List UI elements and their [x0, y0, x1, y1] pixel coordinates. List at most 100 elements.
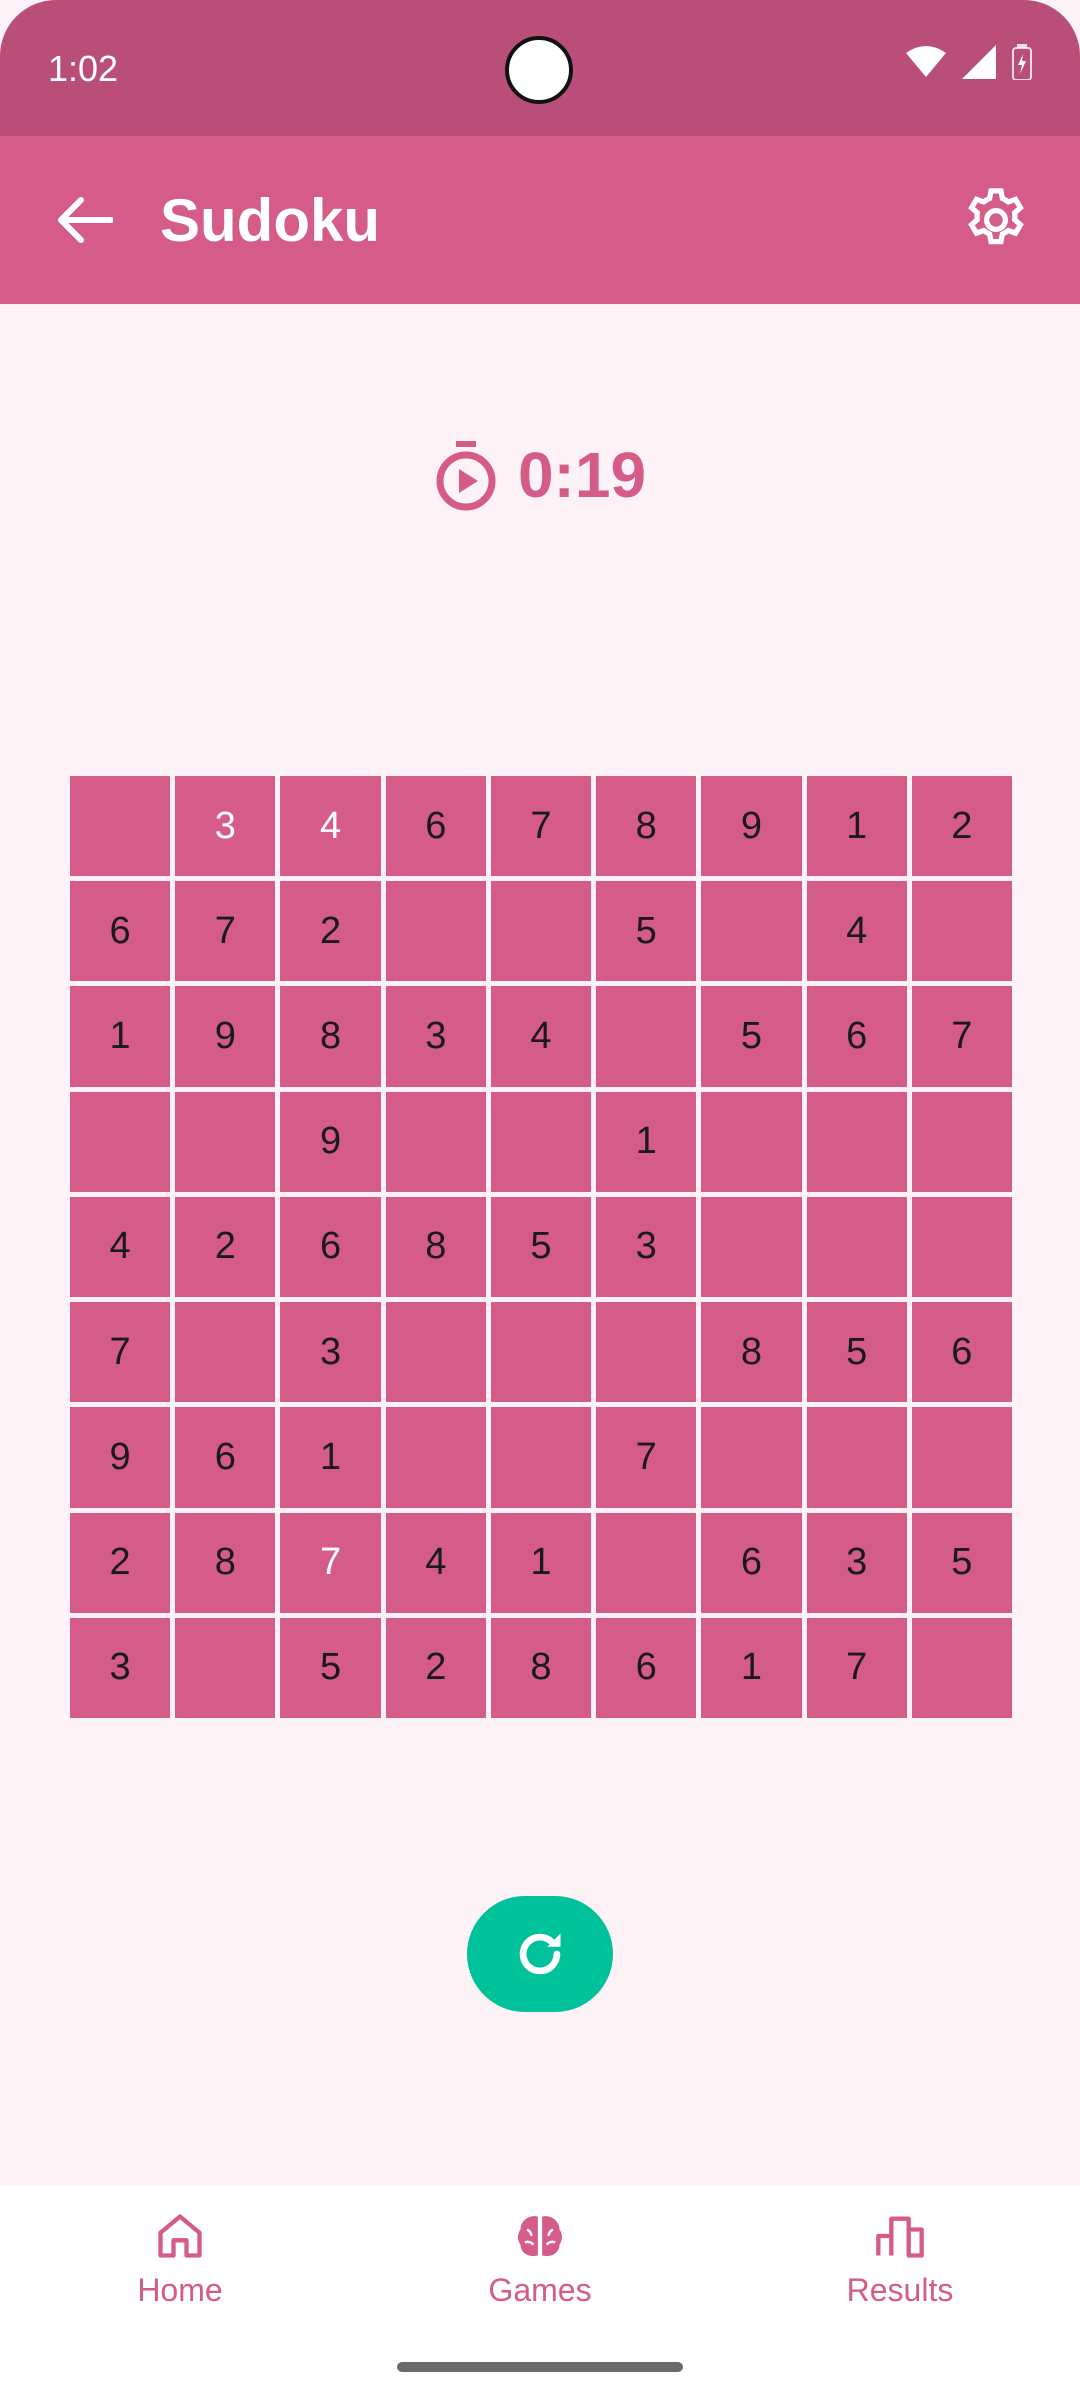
sudoku-cell[interactable]: 4 [385, 1512, 486, 1613]
sudoku-cell[interactable]: 7 [175, 881, 276, 982]
sudoku-cell[interactable]: 4 [490, 986, 592, 1087]
sudoku-cell[interactable] [596, 1302, 697, 1403]
sudoku-cell[interactable] [175, 1302, 276, 1403]
sudoku-cell[interactable]: 8 [596, 776, 697, 877]
sudoku-cell[interactable] [175, 1091, 276, 1192]
sudoku-cell[interactable]: 3 [596, 1196, 697, 1298]
sudoku-cell[interactable]: 5 [701, 986, 802, 1087]
sudoku-cell[interactable] [806, 1196, 907, 1298]
sudoku-cell[interactable] [596, 986, 697, 1087]
sudoku-cell[interactable] [70, 1091, 171, 1192]
sudoku-cell[interactable]: 3 [280, 1302, 381, 1403]
sudoku-cell[interactable]: 3 [806, 1512, 907, 1613]
timer-value: 0:19 [517, 439, 647, 511]
sudoku-cell[interactable]: 7 [911, 986, 1012, 1087]
sudoku-cell[interactable]: 1 [596, 1091, 697, 1192]
nav-item-home[interactable]: Home [0, 2186, 360, 2400]
sudoku-cell[interactable]: 1 [280, 1407, 381, 1508]
sudoku-cell[interactable]: 2 [175, 1196, 276, 1298]
sudoku-cell[interactable]: 8 [175, 1512, 276, 1613]
sudoku-cell[interactable] [175, 1617, 276, 1718]
brain-icon [518, 2216, 562, 2257]
sudoku-cell[interactable] [490, 1302, 592, 1403]
sudoku-cell[interactable]: 3 [175, 776, 276, 877]
nav-item-results[interactable]: Results [720, 2186, 1080, 2400]
sudoku-cell[interactable] [490, 1407, 592, 1508]
sudoku-cell[interactable] [806, 1407, 907, 1508]
sudoku-cell[interactable]: 2 [70, 1512, 171, 1613]
leaderboard-icon [876, 2216, 924, 2258]
wifi-icon [906, 46, 946, 77]
sudoku-cell[interactable]: 1 [490, 1512, 592, 1613]
sudoku-cell[interactable]: 7 [806, 1617, 907, 1718]
sudoku-cell[interactable] [385, 881, 486, 982]
sudoku-cell[interactable] [701, 881, 802, 982]
sudoku-cell[interactable]: 8 [385, 1196, 486, 1298]
app-bar: Sudoku [0, 136, 1080, 304]
nav-label-home: Home [137, 2272, 223, 2308]
sudoku-cell[interactable]: 4 [806, 881, 907, 982]
sudoku-cell[interactable]: 6 [911, 1302, 1012, 1403]
sudoku-cell[interactable]: 5 [596, 881, 697, 982]
sudoku-cell[interactable]: 8 [490, 1617, 592, 1718]
sudoku-cell[interactable]: 5 [806, 1302, 907, 1403]
sudoku-cell[interactable]: 9 [70, 1407, 171, 1508]
camera-cutout [505, 36, 573, 104]
sudoku-cell[interactable] [490, 1091, 592, 1192]
sudoku-cell[interactable]: 3 [385, 986, 486, 1087]
sudoku-cell[interactable]: 7 [490, 776, 592, 877]
sudoku-cell[interactable]: 6 [385, 776, 486, 877]
sudoku-cell[interactable] [385, 1407, 486, 1508]
sudoku-cell[interactable]: 6 [280, 1196, 381, 1298]
sudoku-cell[interactable]: 9 [280, 1091, 381, 1192]
sudoku-cell[interactable]: 2 [280, 881, 381, 982]
home-indicator [397, 2362, 683, 2372]
sudoku-cell[interactable]: 5 [280, 1617, 381, 1718]
sudoku-cell[interactable]: 1 [70, 986, 171, 1087]
sudoku-cell[interactable]: 6 [70, 881, 171, 982]
sudoku-cell[interactable]: 9 [701, 776, 802, 877]
sudoku-cell[interactable]: 6 [596, 1617, 697, 1718]
nav-label-results: Results [846, 2272, 954, 2308]
nav-label-games: Games [488, 2272, 592, 2308]
sudoku-cell[interactable] [385, 1091, 486, 1192]
sudoku-cell[interactable] [911, 881, 1012, 982]
sudoku-cell[interactable] [911, 1196, 1012, 1298]
sudoku-cell[interactable]: 7 [596, 1407, 697, 1508]
sudoku-cell[interactable]: 3 [70, 1617, 171, 1718]
gear-icon [968, 188, 1024, 245]
sudoku-cell[interactable] [701, 1196, 802, 1298]
sudoku-cell[interactable]: 4 [280, 776, 381, 877]
sudoku-cell[interactable]: 8 [280, 986, 381, 1087]
sudoku-cell[interactable]: 5 [911, 1512, 1012, 1613]
sudoku-cell[interactable]: 1 [806, 776, 907, 877]
sudoku-cell[interactable] [701, 1407, 802, 1508]
sudoku-cell[interactable] [490, 881, 592, 982]
sudoku-cell[interactable]: 4 [70, 1196, 171, 1298]
sudoku-cell[interactable]: 9 [175, 986, 276, 1087]
sudoku-cell[interactable]: 7 [70, 1302, 171, 1403]
sudoku-cell[interactable]: 8 [701, 1302, 802, 1403]
sudoku-cell[interactable]: 7 [280, 1512, 381, 1613]
sudoku-cell[interactable] [70, 776, 171, 877]
sudoku-cell[interactable]: 6 [806, 986, 907, 1087]
sudoku-cell[interactable] [911, 1091, 1012, 1192]
sudoku-cell[interactable] [596, 1512, 697, 1613]
sudoku-cell[interactable]: 2 [385, 1617, 486, 1718]
sudoku-cell[interactable]: 5 [490, 1196, 592, 1298]
sudoku-cell[interactable] [911, 1617, 1012, 1718]
battery-icon [1012, 44, 1032, 80]
sudoku-cell[interactable] [385, 1302, 486, 1403]
sudoku-cell[interactable]: 2 [911, 776, 1012, 877]
back-button[interactable] [44, 180, 124, 260]
sudoku-cell[interactable]: 1 [701, 1617, 802, 1718]
sudoku-cell[interactable] [701, 1091, 802, 1192]
refresh-button[interactable] [467, 1896, 613, 2012]
settings-button[interactable] [956, 180, 1036, 260]
sudoku-cell[interactable] [806, 1091, 907, 1192]
sudoku-cell[interactable]: 6 [701, 1512, 802, 1613]
status-time: 1:02 [48, 48, 119, 89]
sudoku-cell[interactable]: 6 [175, 1407, 276, 1508]
page-title: Sudoku [160, 187, 380, 254]
sudoku-cell[interactable] [911, 1407, 1012, 1508]
